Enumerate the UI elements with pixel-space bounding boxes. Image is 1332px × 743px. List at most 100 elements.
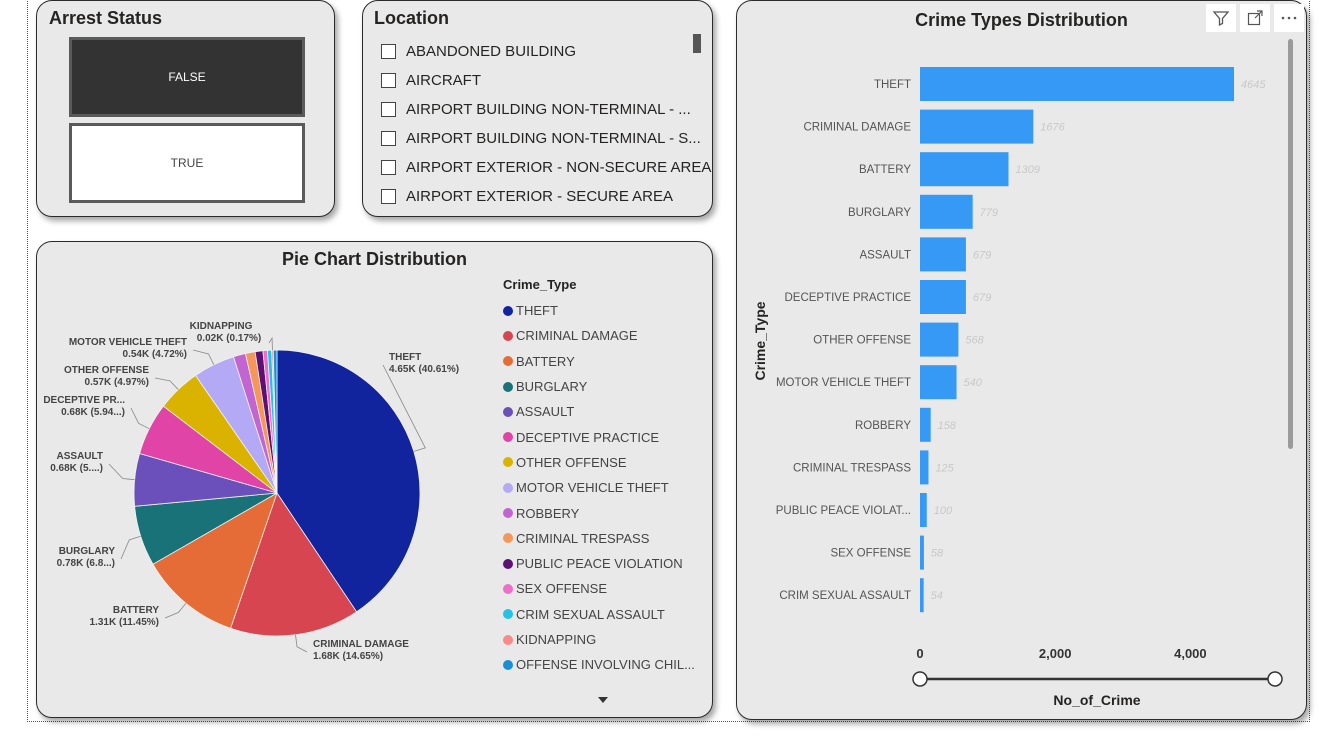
legend-item[interactable]: KIDNAPPING <box>503 627 703 652</box>
bar[interactable] <box>920 152 1009 187</box>
checkbox[interactable] <box>381 160 396 175</box>
x-tick-label: 0 <box>916 646 923 661</box>
location-item[interactable]: AIRPORT BUILDING NON-TERMINAL - S... <box>381 124 701 153</box>
legend-item[interactable]: OTHER OFFENSE <box>503 450 703 475</box>
bar[interactable] <box>920 578 924 613</box>
bar-data-label: 679 <box>973 249 991 261</box>
legend-label: SEX OFFENSE <box>516 581 608 597</box>
legend-item[interactable]: THEFT <box>503 298 703 323</box>
location-item[interactable]: AIRPORT BUILDING NON-TERMINAL - ... <box>381 95 701 124</box>
visual-header-icons <box>1206 4 1304 32</box>
bar-category-label: MOTOR VEHICLE THEFT <box>776 377 911 389</box>
legend-label: CRIM SEXUAL ASSAULT <box>516 606 665 622</box>
callout-category-label: BURGLARY <box>59 546 116 557</box>
callout-category-label: CRIMINAL DAMAGE <box>313 639 409 650</box>
arrest-false-tile[interactable]: FALSE <box>69 37 305 117</box>
legend-label: MOTOR VEHICLE THEFT <box>516 480 669 496</box>
bar-data-label: 679 <box>973 292 991 304</box>
bar[interactable] <box>920 493 927 527</box>
legend-title: Crime_Type <box>503 277 577 292</box>
callout-leader-line <box>164 603 187 619</box>
legend-item[interactable]: BATTERY <box>503 349 703 374</box>
legend-item[interactable]: OFFENSE INVOLVING CHIL... <box>503 652 703 677</box>
legend-dot-icon <box>503 659 513 670</box>
callout-value-label: 1.31K (11.45%) <box>90 617 160 628</box>
bar[interactable] <box>920 407 931 442</box>
legend-item[interactable]: CRIMINAL DAMAGE <box>503 323 703 348</box>
location-item-label: ABANDONED BUILDING <box>406 43 577 60</box>
legend-dot-icon <box>503 609 513 620</box>
bar-chart-scrollbar[interactable] <box>1288 39 1293 449</box>
location-item[interactable]: AIRPORT EXTERIOR - NON-SECURE AREA <box>381 153 711 182</box>
bar-data-label: 125 <box>935 462 954 474</box>
location-item-label: AIRCRAFT <box>406 72 481 89</box>
location-item[interactable]: AIRCRAFT <box>381 66 701 95</box>
callout-value-label: 0.78K (6.8...) <box>57 558 115 569</box>
legend-label: ROBBERY <box>516 505 580 521</box>
checkbox[interactable] <box>381 102 396 117</box>
bar-category-label: ASSAULT <box>859 249 911 261</box>
legend-dot-icon <box>503 356 513 367</box>
checkbox[interactable] <box>381 44 396 59</box>
legend-item[interactable]: CRIMINAL TRESPASS <box>503 526 703 551</box>
bar[interactable] <box>920 194 973 229</box>
y-axis-title: Crime_Type <box>752 301 768 380</box>
legend-dot-icon <box>503 634 513 645</box>
zoom-slider-start-handle[interactable] <box>912 671 928 687</box>
zoom-slider-end-handle[interactable] <box>1267 671 1283 687</box>
legend-label: BATTERY <box>516 353 575 369</box>
bar-category-label: CRIM SEXUAL ASSAULT <box>779 590 911 602</box>
location-item[interactable]: ABANDONED BUILDING <box>381 37 701 66</box>
legend-item[interactable]: BURGLARY <box>503 374 703 399</box>
legend-item[interactable]: PUBLIC PEACE VIOLATION <box>503 551 703 576</box>
bar[interactable] <box>920 67 1234 101</box>
legend-label: BURGLARY <box>516 379 588 395</box>
legend-item[interactable]: ASSAULT <box>503 399 703 424</box>
filter-icon[interactable] <box>1206 4 1236 32</box>
callout-value-label: 1.68K (14.65%) <box>313 651 383 662</box>
callout-value-label: 0.68K (5.94...) <box>61 407 125 418</box>
legend-dot-icon <box>503 533 513 544</box>
focus-mode-icon[interactable] <box>1240 4 1270 32</box>
x-axis-title: No_of_Crime <box>1053 692 1140 708</box>
legend-dot-icon <box>503 305 513 316</box>
bar[interactable] <box>920 450 929 485</box>
legend-dot-icon <box>503 457 513 468</box>
callout-leader-line <box>192 349 215 365</box>
more-options-icon[interactable] <box>1274 4 1304 32</box>
legend-label: ASSAULT <box>516 404 575 420</box>
location-item-label: AIRPORT BUILDING NON-TERMINAL - ... <box>406 101 691 118</box>
bar[interactable] <box>920 109 1034 144</box>
bar-category-label: CRIMINAL DAMAGE <box>803 122 911 134</box>
bar-data-label: 54 <box>931 590 943 602</box>
bar[interactable] <box>920 535 924 570</box>
legend-scroll-down-icon[interactable] <box>598 697 608 703</box>
legend-item[interactable]: DECEPTIVE PRACTICE <box>503 424 703 449</box>
callout-leader-line <box>120 535 141 560</box>
arrest-true-tile[interactable]: TRUE <box>69 123 305 203</box>
legend-item[interactable]: ROBBERY <box>503 500 703 525</box>
bar[interactable] <box>920 322 959 357</box>
bar[interactable] <box>920 365 957 400</box>
bar-category-label: SEX OFFENSE <box>830 548 911 560</box>
checkbox[interactable] <box>381 131 396 146</box>
callout-category-label: BATTERY <box>113 605 159 616</box>
bar-category-label: OTHER OFFENSE <box>813 335 911 347</box>
location-item[interactable]: AIRPORT EXTERIOR - SECURE AREA <box>381 182 701 211</box>
bar[interactable] <box>920 280 966 314</box>
checkbox[interactable] <box>381 73 396 88</box>
location-title: Location <box>374 8 449 28</box>
legend-item[interactable]: SEX OFFENSE <box>503 576 703 601</box>
location-item-label: AIRPORT EXTERIOR - SECURE AREA <box>406 188 674 205</box>
callout-category-label: ASSAULT <box>57 451 103 462</box>
bar[interactable] <box>920 237 966 272</box>
legend-item[interactable]: CRIM SEXUAL ASSAULT <box>503 602 703 627</box>
bar-category-label: BURGLARY <box>848 207 911 219</box>
arrest-status-title: Arrest Status <box>49 8 163 28</box>
legend-item[interactable]: MOTOR VEHICLE THEFT <box>503 475 703 500</box>
checkbox[interactable] <box>381 189 396 204</box>
location-scrollbar[interactable] <box>693 34 701 53</box>
legend-label: DECEPTIVE PRACTICE <box>516 429 660 445</box>
bar-data-label: 1309 <box>1015 164 1039 176</box>
location-list: ABANDONED BUILDING AIRCRAFT AIRPORT BUIL… <box>381 37 711 211</box>
